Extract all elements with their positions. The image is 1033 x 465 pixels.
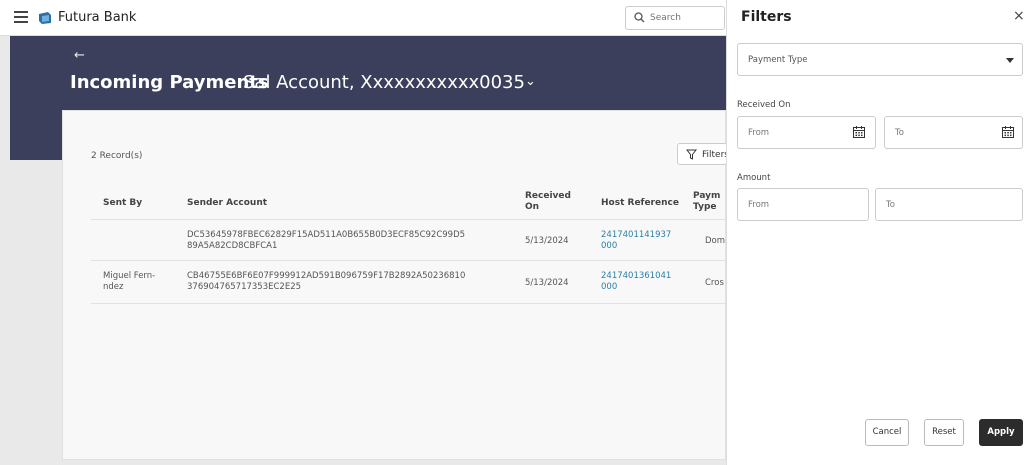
back-arrow-icon[interactable]: ← <box>74 48 85 63</box>
panel-title: Filters <box>741 9 792 25</box>
calendar-icon[interactable] <box>852 125 866 139</box>
filters-button[interactable]: Filters <box>677 143 729 165</box>
close-icon[interactable]: × <box>1013 8 1025 24</box>
chevron-down-icon <box>1006 58 1014 63</box>
payment-type-select[interactable]: Payment Type <box>737 43 1023 76</box>
received-on-label: Received On <box>737 100 791 110</box>
header-divider <box>91 219 727 220</box>
search-icon <box>634 12 645 23</box>
amount-from-field[interactable]: From <box>737 188 869 221</box>
filters-panel: Filters × Payment Type Received On From … <box>726 0 1033 465</box>
sender-account: DC53645978FBEC62829F15AD511A0B655B0D3ECF… <box>187 230 466 240</box>
amount-to-field[interactable]: To <box>875 188 1023 221</box>
logo-icon <box>39 12 51 24</box>
column-header-payment-type-line1: Paym <box>693 191 721 201</box>
sent-by: Miguel Fern- <box>103 271 156 281</box>
filter-icon <box>686 149 697 160</box>
search-input[interactable] <box>650 10 720 26</box>
payments-card: 2 Record(s) Filters Sent By Sender Accou… <box>62 110 729 460</box>
sender-account-cont: 89A5A82CD8CBFCA1 <box>187 241 278 251</box>
payment-type-placeholder: Payment Type <box>748 55 808 65</box>
column-header-received-on-line2: On <box>525 202 540 212</box>
account-selector[interactable]: Sal Account, Xxxxxxxxxxx0035 <box>243 72 525 93</box>
received-from-field[interactable]: From <box>737 116 876 149</box>
host-reference-link[interactable]: 2417401361041 <box>601 271 671 282</box>
received-from-placeholder: From <box>748 128 770 138</box>
received-to-placeholder: To <box>895 128 904 138</box>
search-box[interactable] <box>625 6 725 30</box>
menu-icon[interactable] <box>14 11 28 23</box>
amount-label: Amount <box>737 173 771 183</box>
column-header-sender-account: Sender Account <box>187 198 268 208</box>
column-header-payment-type-line2: Type <box>693 202 717 212</box>
cancel-button[interactable]: Cancel <box>865 419 909 446</box>
row-divider <box>91 303 727 304</box>
chevron-down-icon[interactable]: ⌄ <box>525 74 536 89</box>
calendar-icon[interactable] <box>1001 125 1015 139</box>
apply-button[interactable]: Apply <box>979 419 1023 446</box>
received-on: 5/13/2024 <box>525 236 569 246</box>
received-on: 5/13/2024 <box>525 278 569 288</box>
sender-account: CB46755E6BF6E07F999912AD591B096759F17B28… <box>187 271 466 281</box>
payment-type: Cros <box>705 278 724 288</box>
row-divider <box>91 260 727 261</box>
received-to-field[interactable]: To <box>884 116 1023 149</box>
amount-to-placeholder: To <box>886 200 895 210</box>
reset-button[interactable]: Reset <box>924 419 964 446</box>
host-reference-link-cont[interactable]: 000 <box>601 241 617 252</box>
column-header-sent-by: Sent By <box>103 198 143 208</box>
filters-button-label: Filters <box>702 150 729 160</box>
brand-name: Futura Bank <box>58 10 137 25</box>
host-reference-link-cont[interactable]: 000 <box>601 282 617 293</box>
column-header-received-on-line1: Received <box>525 191 571 201</box>
record-count: 2 Record(s) <box>91 151 143 161</box>
sender-account-cont: 376904765717353EC2E25 <box>187 282 302 292</box>
column-header-host-reference: Host Reference <box>601 198 679 208</box>
sent-by-cont: ndez <box>103 282 124 292</box>
host-reference-link[interactable]: 2417401141937 <box>601 230 671 241</box>
amount-from-placeholder: From <box>748 200 770 210</box>
payment-type: Dom <box>705 236 726 246</box>
page-title: Incoming Payments <box>70 72 269 93</box>
